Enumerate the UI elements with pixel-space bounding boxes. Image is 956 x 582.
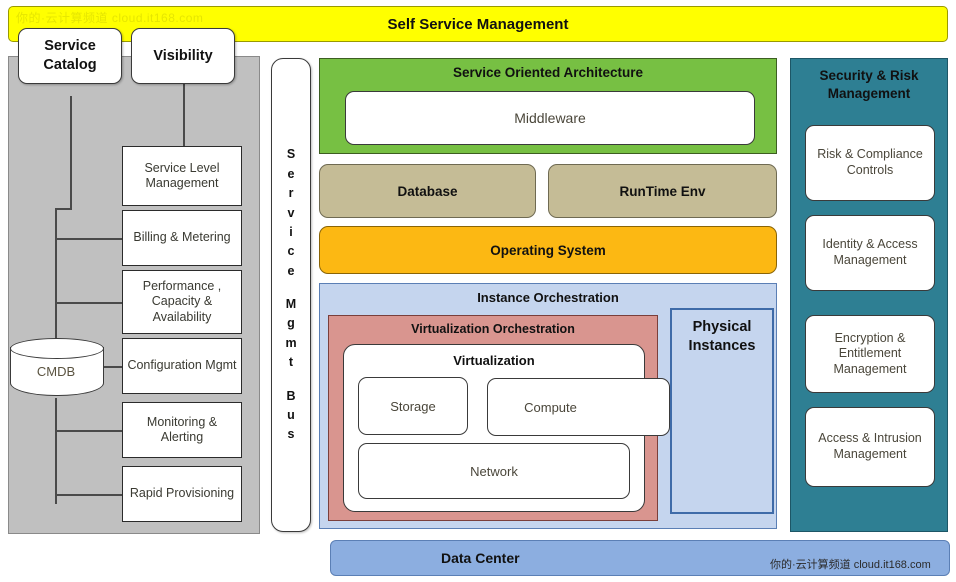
security-risk-management-title: Security & Risk Management — [819, 68, 919, 102]
security-item-access-intrusion-management[interactable]: Access & Intrusion Management — [805, 407, 935, 487]
cmdb-label: CMDB — [36, 363, 76, 379]
service-catalog-label: Service Catalog — [43, 38, 97, 73]
security-item-identity-access-management[interactable]: Identity & Access Management — [805, 215, 935, 291]
service-catalog-box[interactable]: Service Catalog — [18, 28, 122, 84]
connector-trunk-below-cmdb — [55, 398, 57, 504]
security-risk-management-panel: Security & Risk Management Risk & Compli… — [790, 58, 948, 532]
soa-title: Service Oriented Architecture — [452, 65, 644, 80]
network-label: Network — [470, 463, 518, 479]
watermark-bottom: 你的·云计算频道 cloud.it168.com — [770, 559, 931, 571]
runtime-env-label: RunTime Env — [619, 183, 706, 199]
connector-visibility-trunk — [183, 84, 185, 148]
security-item-label: Access & Intrusion Management — [818, 431, 922, 461]
virtualization-title: Virtualization — [453, 353, 535, 368]
storage-box[interactable]: Storage — [358, 377, 468, 435]
connector-trunk-step — [55, 208, 72, 210]
database-label: Database — [397, 183, 458, 199]
security-item-label: Encryption & Entitlement Management — [833, 330, 907, 376]
runtime-env-box[interactable]: RunTime Env — [548, 164, 777, 218]
architecture-diagram: Self Service Management 你的·云计算频道 cloud.i… — [0, 0, 956, 582]
service-item-service-level-management[interactable]: Service Level Management — [122, 146, 242, 206]
service-item-rapid-provisioning[interactable]: Rapid Provisioning — [122, 466, 242, 522]
operating-system-label: Operating System — [490, 242, 606, 258]
service-item-label: Service Level Management — [144, 160, 220, 190]
service-item-label: Configuration Mgmt — [127, 358, 237, 373]
service-item-label: Rapid Provisioning — [129, 486, 235, 501]
service-item-performance-capacity-availability[interactable]: Performance , Capacity & Availability — [122, 270, 242, 334]
security-item-label: Risk & Compliance Controls — [817, 147, 923, 177]
connector-branch-performance — [55, 302, 122, 304]
watermark-top: 你的·云计算频道 cloud.it168.com — [16, 11, 204, 25]
connector-catalog-trunk-upper — [70, 96, 72, 210]
physical-instances-title: Physical Instances — [688, 319, 756, 354]
middleware-label: Middleware — [514, 110, 586, 126]
visibility-box[interactable]: Visibility — [131, 28, 235, 84]
service-item-monitoring-alerting[interactable]: Monitoring & Alerting — [122, 402, 242, 458]
security-item-risk-compliance-controls[interactable]: Risk & Compliance Controls — [805, 125, 935, 201]
storage-label: Storage — [390, 398, 436, 414]
security-item-label: Identity & Access Management — [822, 237, 918, 267]
visibility-label: Visibility — [153, 48, 213, 64]
service-item-billing-metering[interactable]: Billing & Metering — [122, 210, 242, 266]
service-item-label: Monitoring & Alerting — [146, 414, 218, 444]
service-mgmt-bus[interactable]: S e r v i c e M g m t B u s — [271, 58, 311, 532]
bus-word-service: S e r v i c e — [286, 147, 296, 278]
connector-branch-rapid — [55, 494, 122, 496]
data-center-label: Data Center — [441, 550, 520, 566]
operating-system-box[interactable]: Operating System — [319, 226, 777, 274]
database-box[interactable]: Database — [319, 164, 536, 218]
connector-trunk-to-cmdb — [55, 208, 57, 340]
service-item-label: Performance , Capacity & Availability — [142, 279, 222, 324]
network-box[interactable]: Network — [358, 443, 630, 499]
compute-label: Compute — [524, 399, 577, 415]
self-service-management-label: Self Service Management — [387, 15, 569, 33]
security-item-encryption-entitlement-management[interactable]: Encryption & Entitlement Management — [805, 315, 935, 393]
virtualization-orchestration-title: Virtualization Orchestration — [411, 322, 575, 336]
bus-word-mgmt: M g m t — [285, 297, 297, 370]
connector-branch-monitoring — [55, 430, 122, 432]
instance-orchestration-title: Instance Orchestration — [477, 290, 619, 305]
middleware-box[interactable]: Middleware — [345, 91, 755, 145]
physical-instances-panel: Physical Instances — [670, 308, 774, 514]
compute-box[interactable]: Compute — [487, 378, 670, 436]
service-oriented-architecture-panel: Service Oriented Architecture Middleware — [319, 58, 777, 154]
bus-word-bus: B u s — [286, 388, 296, 442]
cmdb-cylinder-top — [10, 338, 104, 359]
cmdb-datastore: CMDB — [10, 338, 104, 400]
service-item-label: Billing & Metering — [133, 230, 231, 245]
connector-branch-billing — [55, 238, 122, 240]
service-item-configuration-mgmt[interactable]: Configuration Mgmt — [122, 338, 242, 394]
